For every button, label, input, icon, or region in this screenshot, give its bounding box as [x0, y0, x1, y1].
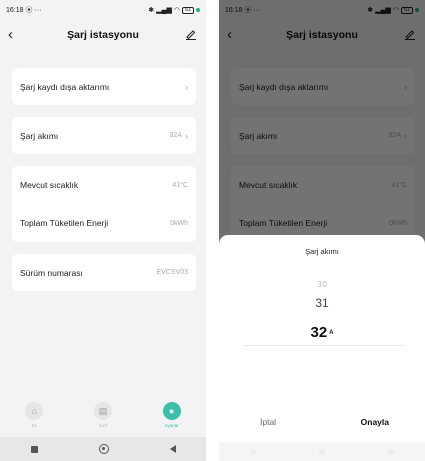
- current-label: Şarj akımı: [20, 130, 59, 141]
- chevron-right-icon: ›: [185, 81, 188, 92]
- bottom-tab-bar: ⌂ Ev ▤ Kart ● Ayarlar: [0, 393, 206, 437]
- settings-screen: 16:18 ⦿ ··· ✱ ▂▄▆ ◠ 61 ‹ Şarj istasyonu …: [0, 0, 206, 461]
- version-card: Sürüm numarası EVCSV03: [12, 254, 196, 291]
- temperature-value: 41°C: [172, 181, 188, 189]
- export-row[interactable]: Şarj kaydı dışa aktarımı ›: [12, 68, 196, 105]
- home-icon: ⌂: [25, 402, 44, 420]
- energy-label: Toplam Tüketilen Enerji: [20, 218, 109, 228]
- picker-divider: [244, 345, 405, 346]
- picker-screen: 16:18 ⦿ ··· ✱ ▂▄▆ ◠ 61 ‹ Şarj istasyonu …: [219, 0, 425, 461]
- current-picker-sheet: Şarj akımı 30 31 32 A İptal Onayla: [219, 235, 425, 461]
- energy-row: Toplam Tüketilen Enerji 0kWh: [12, 204, 196, 242]
- chevron-right-icon: ›: [185, 130, 188, 141]
- version-row: Sürüm numarası EVCSV03: [12, 254, 196, 291]
- energy-value: 0kWh: [170, 219, 188, 227]
- status-time: 16:18: [6, 7, 24, 14]
- picker-unit: A: [329, 330, 334, 337]
- version-label: Sürüm numarası: [20, 267, 83, 278]
- picker-option[interactable]: 31: [219, 296, 425, 310]
- back-triangle-icon[interactable]: [169, 445, 176, 453]
- value-picker[interactable]: 30 31 32 A: [219, 275, 425, 365]
- current-value: 32A: [169, 132, 182, 139]
- picker-option[interactable]: 30: [219, 280, 425, 289]
- signal-icon: ▂▄▆: [156, 7, 172, 14]
- cancel-button[interactable]: İptal: [260, 417, 276, 427]
- page-title: Şarj istasyonu: [67, 29, 139, 41]
- tab-home[interactable]: ⌂ Ev: [14, 402, 54, 428]
- wifi-icon: ◠: [173, 7, 180, 14]
- temperature-row: Mevcut sıcaklık 41°C: [12, 166, 196, 204]
- tab-settings[interactable]: ● Ayarlar: [152, 402, 192, 428]
- confirm-button[interactable]: Onayla: [361, 417, 389, 427]
- recents-icon[interactable]: [250, 448, 257, 455]
- bluetooth-icon: ✱: [148, 7, 155, 14]
- current-row[interactable]: Şarj akımı 32A›: [12, 117, 196, 154]
- sheet-title: Şarj akımı: [305, 247, 339, 256]
- version-value: EVCSV03: [156, 269, 188, 276]
- edit-icon[interactable]: [185, 28, 197, 40]
- battery-icon: 61: [182, 6, 194, 14]
- home-button-icon[interactable]: [318, 448, 325, 455]
- info-card: Mevcut sıcaklık 41°C Toplam Tüketilen En…: [12, 166, 196, 242]
- top-nav: ‹ Şarj istasyonu: [0, 22, 206, 48]
- picker-selected-value: 32: [310, 324, 328, 341]
- tab-card[interactable]: ▤ Kart: [83, 402, 123, 428]
- picker-selected[interactable]: 32 A: [219, 324, 425, 341]
- settings-list: Şarj kaydı dışa aktarımı › Şarj akımı 32…: [12, 68, 196, 303]
- status-icons: ✱ ▂▄▆ ◠ 61: [148, 6, 200, 14]
- settings-icon: ●: [162, 402, 181, 420]
- sheet-actions: İptal Onayla: [219, 409, 425, 435]
- system-nav-bar: [219, 442, 425, 461]
- tab-label: Ev: [31, 423, 37, 428]
- recents-icon[interactable]: [30, 445, 38, 453]
- temperature-label: Mevcut sıcaklık: [20, 180, 79, 190]
- card-icon: ▤: [93, 402, 112, 420]
- export-card: Şarj kaydı dışa aktarımı ›: [12, 68, 196, 105]
- current-card: Şarj akımı 32A›: [12, 117, 196, 154]
- status-bar: 16:18 ⦿ ··· ✱ ▂▄▆ ◠ 61: [0, 0, 206, 20]
- tab-label: Kart: [98, 423, 108, 428]
- system-nav-bar: [0, 437, 206, 461]
- export-label: Şarj kaydı dışa aktarımı: [20, 81, 110, 92]
- status-dot: [196, 8, 200, 12]
- home-button-icon[interactable]: [98, 444, 109, 454]
- notification-icons: ⦿ ···: [25, 7, 42, 14]
- back-triangle-icon[interactable]: [387, 448, 394, 455]
- back-icon[interactable]: ‹: [8, 25, 22, 45]
- tab-label: Ayarlar: [164, 423, 179, 428]
